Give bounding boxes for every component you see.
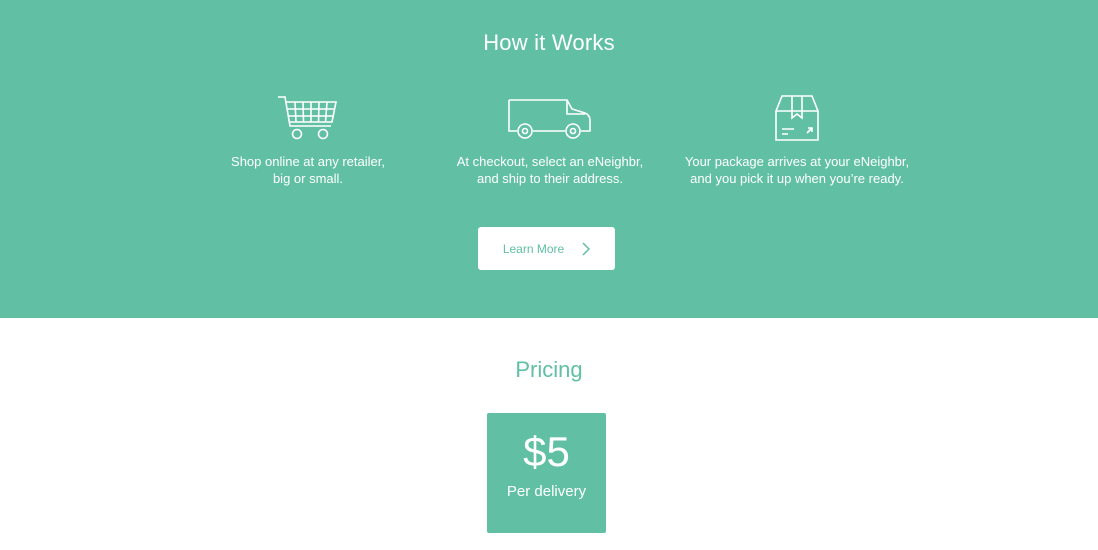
step-arrives: Your package arrives at your eNeighbr, a… — [667, 93, 927, 187]
how-it-works-title: How it Works — [483, 30, 615, 55]
price-amount: $5 — [523, 428, 570, 475]
price-card: $5 Per delivery — [487, 413, 606, 533]
learn-more-button[interactable]: Learn More — [478, 227, 615, 270]
package-box-icon — [775, 95, 819, 141]
how-it-works-section: How it Works Shop online at any retailer… — [0, 0, 1098, 318]
step-checkout: At checkout, select an eNeighbr, and shi… — [420, 93, 680, 187]
delivery-truck-icon — [508, 99, 591, 139]
price-label: Per delivery — [506, 483, 587, 500]
step-shop: Shop online at any retailer, big or smal… — [178, 93, 438, 187]
step-checkout-text: At checkout, select an eNeighbr, and shi… — [456, 154, 644, 186]
step-shop-text: Shop online at any retailer, big or smal… — [231, 154, 385, 186]
pricing-title: Pricing — [515, 357, 583, 382]
chevron-right-icon — [582, 241, 591, 256]
step-arrives-text: Your package arrives at your eNeighbr, a… — [684, 154, 910, 186]
learn-more-label: Learn More — [502, 241, 565, 256]
shopping-cart-icon — [278, 96, 337, 140]
